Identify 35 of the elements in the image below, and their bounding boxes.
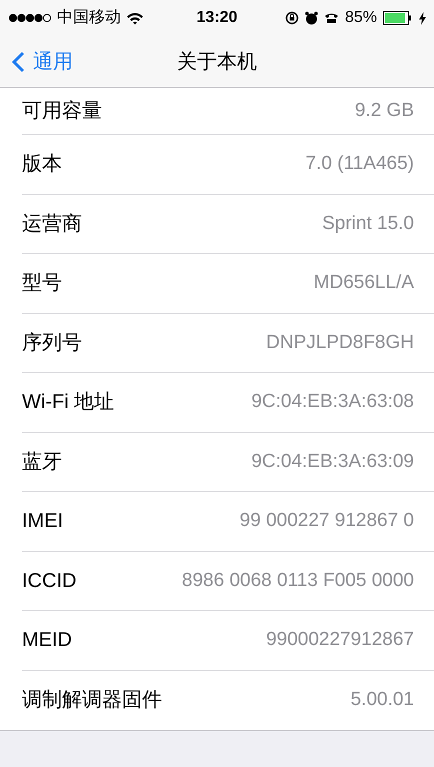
- wifi-icon: [126, 12, 144, 24]
- row-value: 9.2 GB: [354, 98, 414, 123]
- row-value: 8986 0068 0113 F005 0000: [182, 568, 414, 592]
- alarm-icon: [304, 11, 318, 25]
- status-time: 13:20: [196, 8, 238, 28]
- row-label: 调制解调器固件: [22, 688, 162, 714]
- row-label: 可用容量: [22, 99, 102, 124]
- row-label: 型号: [22, 271, 62, 296]
- row-value: 5.00.01: [350, 688, 414, 712]
- row-label: IMEI: [22, 509, 64, 534]
- row-value: Sprint 15.0: [322, 212, 414, 236]
- row-label: 版本: [22, 152, 62, 178]
- row-label: MEID: [22, 628, 72, 654]
- row-value: 99 000227 912867 0: [240, 509, 414, 533]
- row-value: 9C:04:EB:3A:63:09: [251, 450, 414, 474]
- carrier-name: 中国移动: [57, 8, 121, 28]
- row-label: 运营商: [22, 212, 82, 237]
- battery-icon: [383, 11, 413, 25]
- rotation-lock-icon: [284, 11, 299, 25]
- row-label: 蓝牙: [22, 450, 62, 475]
- row-value: MD656LL/A: [314, 271, 414, 295]
- battery-percentage: 85%: [344, 8, 377, 28]
- row-value: 9C:04:EB:3A:63:08: [251, 390, 414, 414]
- page-title: 关于本机: [177, 50, 257, 74]
- charging-icon: [419, 12, 426, 24]
- row-value: 99000227912867: [266, 628, 414, 652]
- back-button[interactable]: 通用: [0, 46, 73, 76]
- signal-icon: [8, 13, 52, 23]
- row-value: DNPJLPD8F8GH: [266, 330, 414, 354]
- row-label: Wi-Fi 地址: [22, 390, 114, 416]
- row-value: 7.0 (11A465): [306, 152, 414, 176]
- back-chevron-icon: [12, 50, 25, 72]
- row-label: ICCID: [22, 568, 76, 594]
- phone-icon: [324, 12, 339, 24]
- row-label: 序列号: [22, 330, 82, 356]
